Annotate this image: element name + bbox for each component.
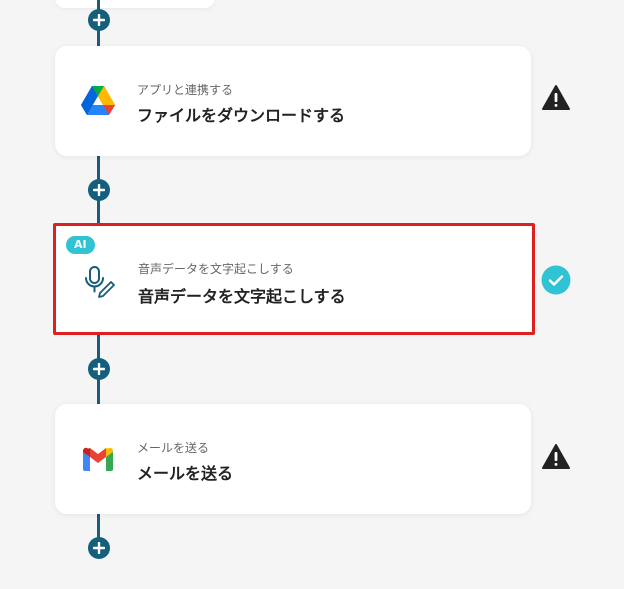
step-title: 音声データを文字起こしする (138, 287, 346, 306)
step-card-send-mail[interactable]: メールを送る メールを送る (55, 404, 531, 514)
step-subtitle: アプリと連携する (137, 83, 234, 97)
check-icon (541, 265, 571, 295)
add-step-button[interactable] (88, 537, 110, 559)
plus-icon (93, 184, 105, 196)
add-step-button[interactable] (88, 9, 110, 31)
add-step-button[interactable] (88, 179, 110, 201)
step-card-transcribe-audio[interactable]: AI 音声データを文字起こしする 音声データを文字起こしする (53, 223, 535, 335)
step-title: メールを送る (137, 464, 234, 483)
step-subtitle: 音声データを文字起こしする (138, 262, 294, 276)
plus-icon (93, 542, 105, 554)
ai-badge: AI (66, 236, 95, 254)
microphone-pen-icon (85, 266, 115, 298)
add-step-button[interactable] (88, 358, 110, 380)
google-drive-icon (81, 86, 115, 115)
plus-icon (93, 363, 105, 375)
plus-icon (93, 14, 105, 26)
warning-icon (542, 444, 570, 469)
step-title: ファイルをダウンロードする (137, 106, 346, 125)
gmail-icon (82, 447, 114, 471)
previous-step-card[interactable] (55, 0, 215, 8)
warning-icon (542, 85, 570, 110)
step-subtitle: メールを送る (137, 441, 210, 455)
step-card-download-file[interactable]: アプリと連携する ファイルをダウンロードする (55, 46, 531, 156)
